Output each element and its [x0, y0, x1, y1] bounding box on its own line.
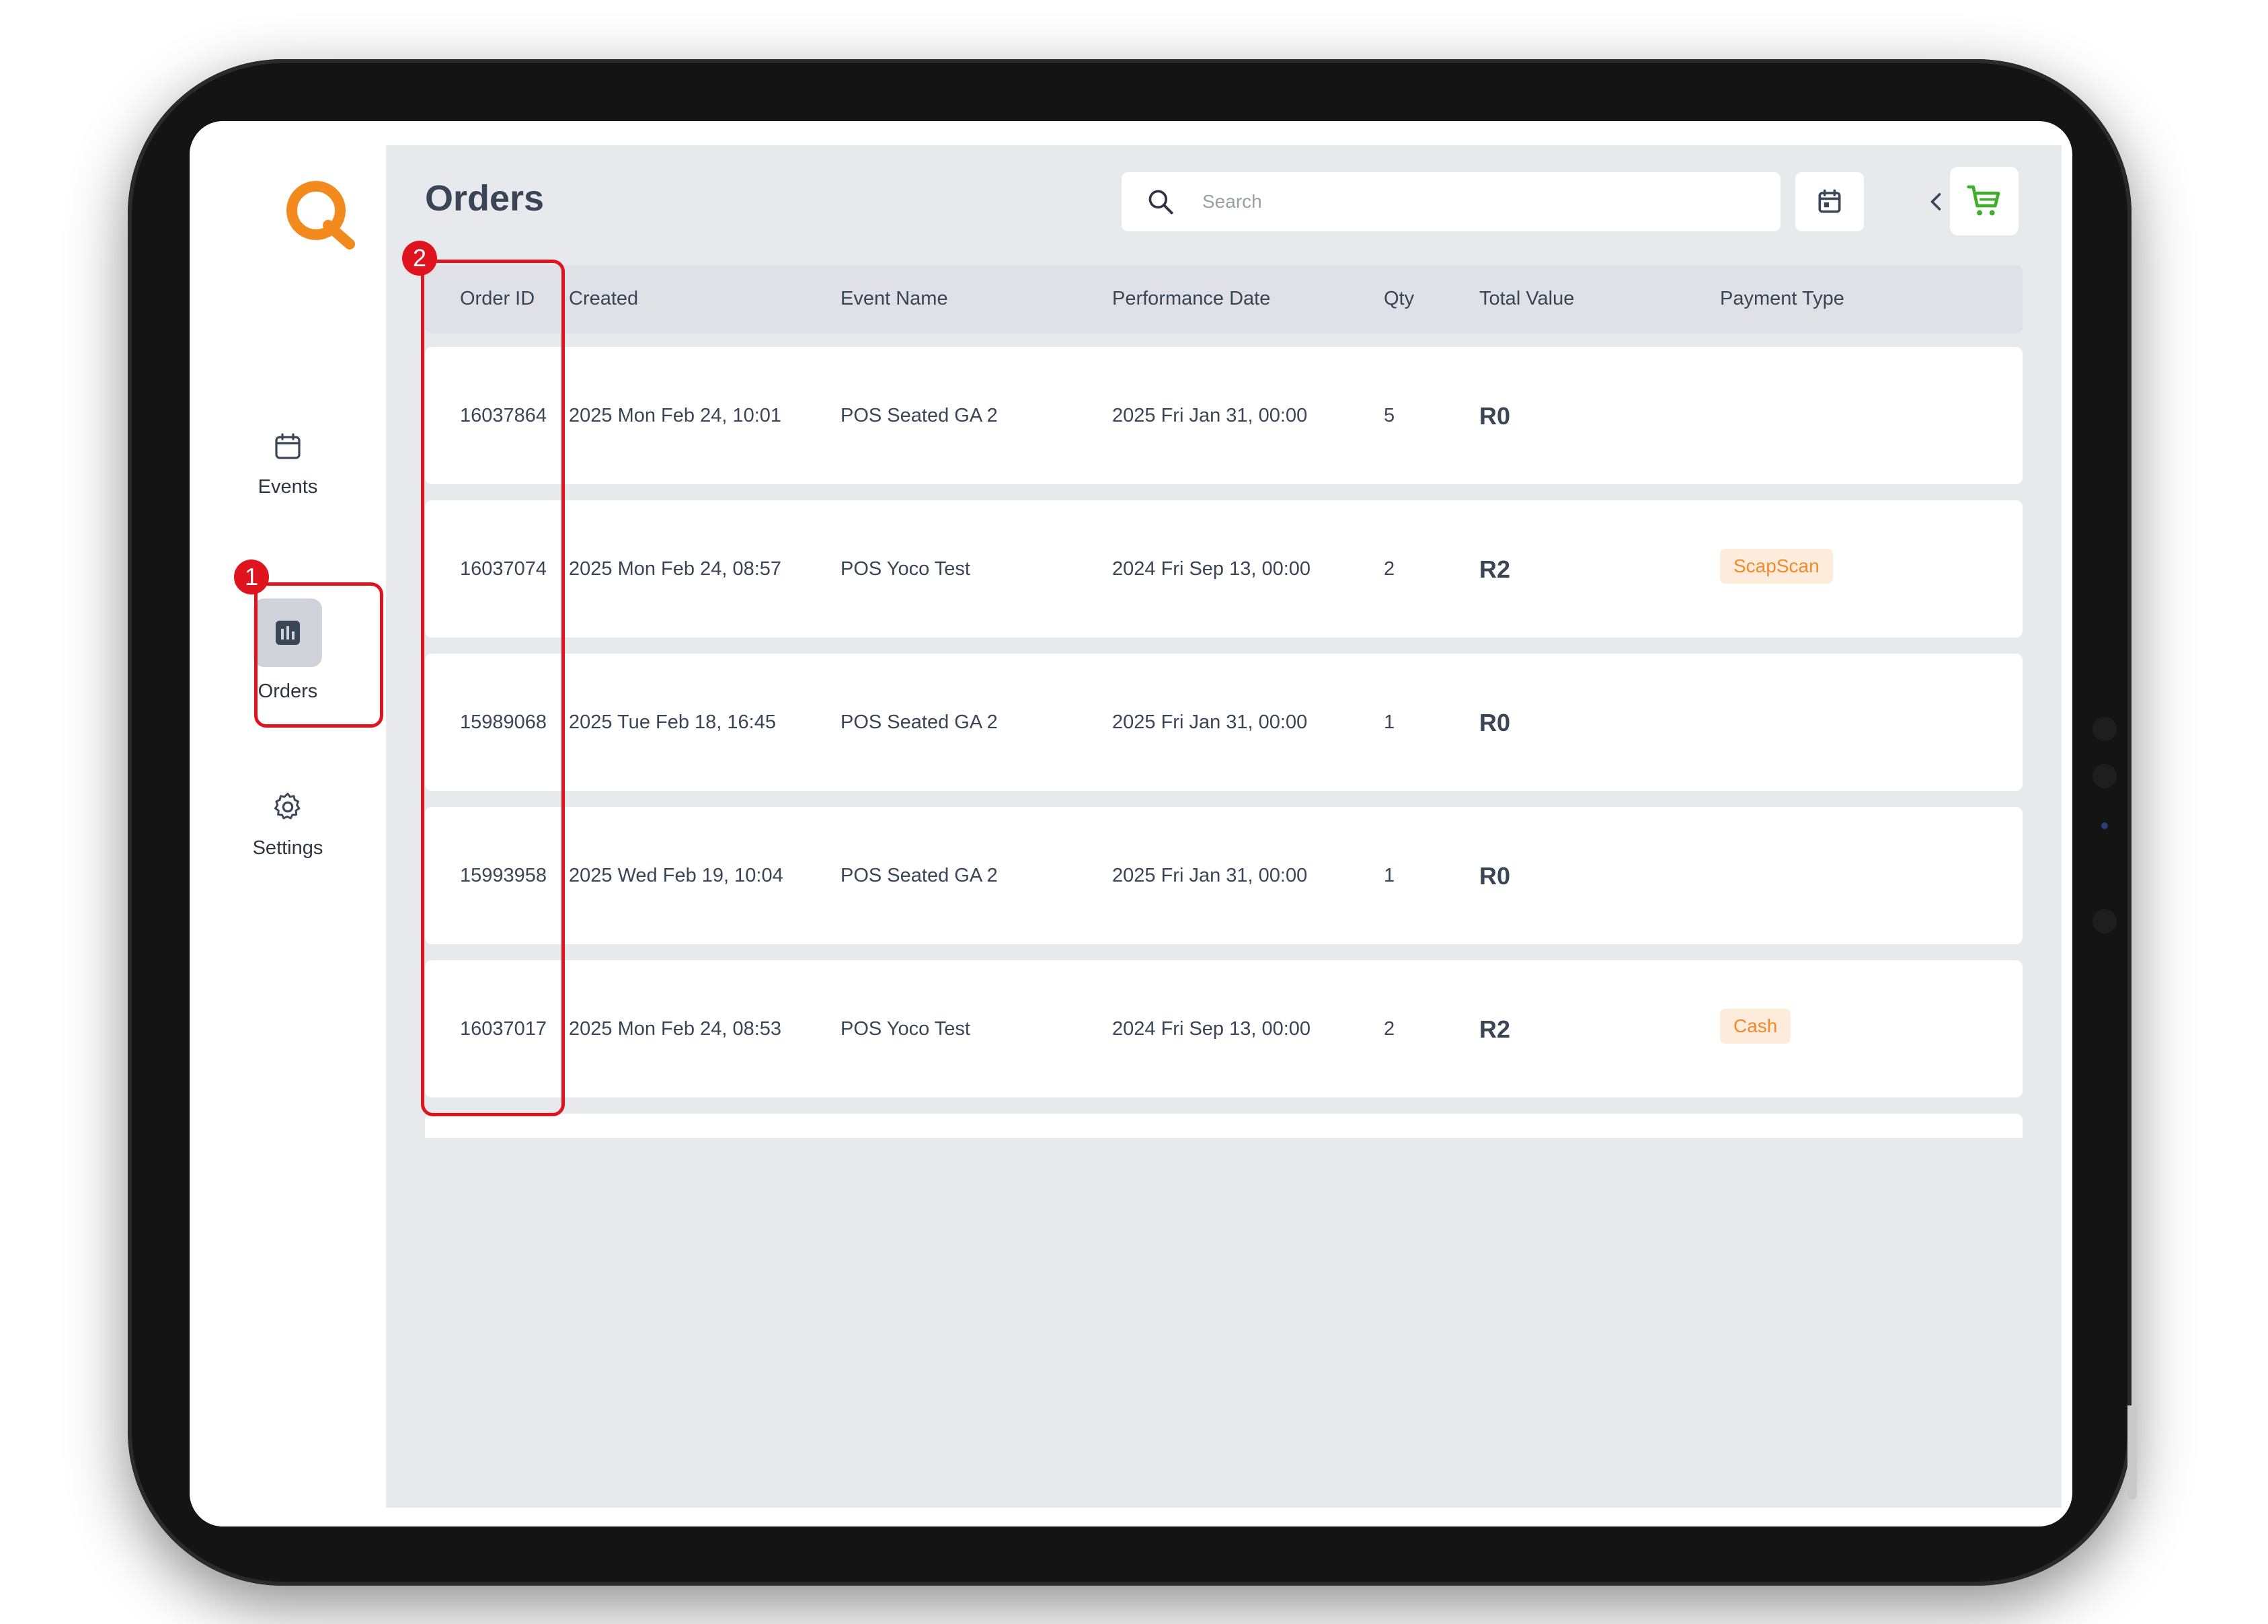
cell-performance-date: 2025 Fri Jan 31, 00:00 — [1112, 711, 1308, 733]
orders-nav-highlight — [254, 582, 383, 728]
page-title: Orders — [425, 178, 545, 219]
search-bar[interactable] — [1122, 172, 1781, 231]
main-content: Orders Search Order ID Created Event Nam… — [386, 145, 2062, 1508]
cell-created: 2025 Mon Feb 24, 10:01 — [569, 405, 782, 426]
cell-qty: 2 — [1384, 1018, 1395, 1040]
cell-qty: 1 — [1384, 711, 1395, 733]
table-row[interactable]: 16037864 2025 Mon Feb 24, 10:01 POS Seat… — [425, 347, 2023, 484]
cell-event-name: POS Seated GA 2 — [840, 405, 998, 426]
gear-icon — [274, 792, 301, 820]
column-header-event-name[interactable]: Event Name — [840, 288, 948, 310]
cell-qty: 5 — [1384, 405, 1395, 426]
cell-total-value: R0 — [1479, 402, 1511, 430]
search-icon — [1148, 190, 1173, 215]
sidebar: Events Orders Settings — [190, 121, 386, 1526]
cell-qty: 1 — [1384, 865, 1395, 886]
shopping-cart-icon — [1967, 185, 2000, 216]
cell-created: 2025 Mon Feb 24, 08:53 — [569, 1018, 782, 1040]
cell-event-name: POS Yoco Test — [840, 1018, 970, 1040]
sidebar-item-label: Settings — [252, 837, 323, 859]
cell-performance-date: 2025 Fri Jan 31, 00:00 — [1112, 405, 1308, 426]
step-marker-1: 1 — [234, 559, 269, 594]
order-id-column-highlight — [421, 260, 565, 1116]
tablet-camera-dot — [2093, 909, 2117, 933]
cell-qty: 2 — [1384, 558, 1395, 580]
cell-event-name: POS Seated GA 2 — [840, 865, 998, 886]
cell-created: 2025 Mon Feb 24, 08:57 — [569, 558, 782, 580]
sidebar-item-events[interactable]: Events — [190, 430, 386, 498]
sidebar-item-label: Events — [258, 476, 318, 498]
cell-total-value: R0 — [1479, 862, 1511, 890]
column-header-payment-type[interactable]: Payment Type — [1720, 288, 1844, 310]
date-filter-button[interactable] — [1795, 172, 1864, 231]
search-input[interactable] — [1201, 190, 1742, 213]
table-row[interactable]: 15993958 2025 Wed Feb 19, 10:04 POS Seat… — [425, 807, 2023, 944]
payment-type-badge: Cash — [1720, 1009, 1791, 1044]
tablet-sensor-dot — [2101, 822, 2108, 829]
table-row[interactable]: 16037074 2025 Mon Feb 24, 08:57 POS Yoco… — [425, 500, 2023, 637]
tablet-camera-dot — [2093, 717, 2117, 741]
cell-performance-date: 2024 Fri Sep 13, 00:00 — [1112, 558, 1311, 580]
column-header-created[interactable]: Created — [569, 288, 638, 310]
sidebar-item-settings[interactable]: Settings — [190, 790, 386, 859]
cell-total-value: R0 — [1479, 709, 1511, 736]
chevron-left-icon — [1930, 193, 1941, 210]
table-row[interactable]: 16037017 2025 Mon Feb 24, 08:53 POS Yoco… — [425, 960, 2023, 1097]
step-marker-2: 2 — [402, 241, 437, 276]
cell-total-value: R2 — [1479, 555, 1511, 583]
cell-total-value: R2 — [1479, 1015, 1511, 1043]
table-header: Order ID Created Event Name Performance … — [425, 265, 2023, 334]
tablet-camera-dot — [2093, 764, 2117, 788]
app-logo — [286, 181, 355, 249]
cell-performance-date: 2024 Fri Sep 13, 00:00 — [1112, 1018, 1311, 1040]
cell-created: 2025 Tue Feb 18, 16:45 — [569, 711, 776, 733]
app-screen: Events Orders Settings Orders Search Ord… — [190, 121, 2072, 1526]
column-header-qty[interactable]: Qty — [1384, 288, 1414, 310]
tablet-side-button — [2127, 1405, 2137, 1500]
table-row[interactable]: 15989068 2025 Tue Feb 18, 16:45 POS Seat… — [425, 654, 2023, 791]
payment-type-badge: ScapScan — [1720, 549, 1833, 584]
calendar-event-icon — [1818, 189, 1841, 213]
column-header-total-value[interactable]: Total Value — [1479, 288, 1574, 310]
cell-event-name: POS Yoco Test — [840, 558, 970, 580]
column-header-performance-date[interactable]: Performance Date — [1112, 288, 1270, 310]
cell-event-name: POS Seated GA 2 — [840, 711, 998, 733]
collapse-button[interactable] — [1926, 187, 1946, 217]
table-row-partial — [425, 1114, 2023, 1138]
cart-button[interactable] — [1950, 167, 2019, 235]
cell-performance-date: 2025 Fri Jan 31, 00:00 — [1112, 865, 1308, 886]
calendar-icon — [275, 433, 301, 459]
cell-created: 2025 Wed Feb 19, 10:04 — [569, 865, 783, 886]
